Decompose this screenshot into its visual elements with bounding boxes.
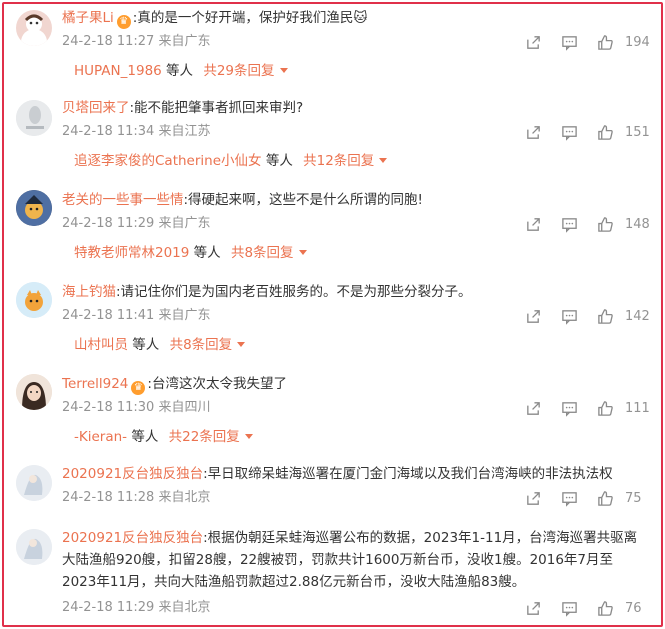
comment-username[interactable]: 2020921反台独反独台 bbox=[62, 530, 203, 546]
comment-icon[interactable] bbox=[551, 306, 587, 326]
reply-username[interactable]: HUPAN_1986 bbox=[74, 63, 162, 79]
reply-summary[interactable]: 追逐李家俊的Catherine小仙女 等人 共12条回复 bbox=[74, 151, 388, 171]
comment-actions: 148 bbox=[515, 214, 651, 234]
comment-meta: 24-2-18 11:41 来自广东 bbox=[62, 308, 211, 323]
comment-actions: 142 bbox=[515, 306, 651, 326]
vip-crown-icon: ♛ bbox=[116, 15, 131, 29]
share-icon[interactable] bbox=[515, 122, 551, 142]
like-count: 151 bbox=[625, 124, 650, 140]
comment-icon[interactable] bbox=[551, 488, 587, 508]
comment-text: :早日取缔呆蛙海巡署在厦门金门海域以及我们台湾海峡的非法执法权 bbox=[203, 466, 613, 482]
comment-text-line: 海上钓猫:请记住你们是为国内老百姓服务的。不是为那些分裂分子。 bbox=[62, 281, 651, 303]
like-count: 111 bbox=[625, 400, 650, 416]
comment-text-line: Terrell924 ♛:台湾这次太令我失望了 bbox=[62, 373, 651, 395]
comment-text-line: 老关的一些事一些情:得硬起来啊，这些不是什么所谓的同胞! bbox=[62, 189, 651, 211]
comment-meta: 24-2-18 11:28 来自北京 bbox=[62, 490, 211, 505]
comment-text: :台湾这次太令我失望了 bbox=[147, 376, 287, 392]
like-count: 148 bbox=[625, 216, 650, 232]
reply-mid-text: 等人 bbox=[166, 63, 194, 79]
avatar[interactable] bbox=[16, 10, 52, 46]
thumbs-up-icon[interactable] bbox=[587, 398, 623, 418]
comment-text: :请记住你们是为国内老百姓服务的。不是为那些分裂分子。 bbox=[116, 284, 472, 300]
like-count: 142 bbox=[625, 308, 650, 324]
comment-actions: 75 bbox=[515, 488, 651, 508]
comment-icon[interactable] bbox=[551, 214, 587, 234]
share-icon[interactable] bbox=[515, 306, 551, 326]
avatar[interactable] bbox=[16, 100, 52, 136]
chevron-down-icon[interactable] bbox=[298, 250, 307, 255]
comment-text: :能不能把肇事者抓回来审判? bbox=[129, 100, 304, 116]
reply-count-link[interactable]: 共12条回复 bbox=[303, 153, 374, 169]
comment-text: :得硬起来啊，这些不是什么所谓的同胞! bbox=[183, 192, 423, 208]
like-count: 75 bbox=[625, 490, 642, 506]
comment-actions: 76 bbox=[515, 598, 651, 618]
comment-username[interactable]: 贝塔回来了 bbox=[62, 100, 130, 116]
thumbs-up-icon[interactable] bbox=[587, 214, 623, 234]
reply-username[interactable]: -Kieran- bbox=[74, 429, 127, 445]
reply-summary[interactable]: 山村叫员 等人 共8条回复 bbox=[74, 335, 246, 355]
thumbs-up-icon[interactable] bbox=[587, 32, 623, 52]
reply-count-link[interactable]: 共8条回复 bbox=[170, 337, 233, 353]
thumbs-up-icon[interactable] bbox=[587, 488, 623, 508]
comment-meta: 24-2-18 11:29 来自北京 bbox=[62, 600, 211, 615]
comment-icon[interactable] bbox=[551, 398, 587, 418]
comment-actions: 111 bbox=[515, 398, 651, 418]
reply-mid-text: 等人 bbox=[132, 337, 160, 353]
thumbs-up-icon[interactable] bbox=[587, 122, 623, 142]
comment-meta: 24-2-18 11:34 来自江苏 bbox=[62, 124, 211, 139]
reply-count-link[interactable]: 共8条回复 bbox=[231, 245, 294, 261]
share-icon[interactable] bbox=[515, 398, 551, 418]
reply-username[interactable]: 特教老师常林2019 bbox=[74, 245, 189, 261]
avatar[interactable] bbox=[16, 190, 52, 226]
reply-username[interactable]: 山村叫员 bbox=[74, 337, 128, 353]
reply-count-link[interactable]: 共22条回复 bbox=[169, 429, 240, 445]
comment-text-line: 贝塔回来了:能不能把肇事者抓回来审判? bbox=[62, 97, 651, 119]
share-icon[interactable] bbox=[515, 488, 551, 508]
avatar[interactable] bbox=[16, 529, 52, 565]
reply-username[interactable]: 追逐李家俊的Catherine小仙女 bbox=[74, 153, 262, 169]
reply-mid-text: 等人 bbox=[265, 153, 293, 169]
comment-username[interactable]: 2020921反台独反独台 bbox=[62, 466, 203, 482]
comment-meta: 24-2-18 11:30 来自四川 bbox=[62, 400, 211, 415]
reply-mid-text: 等人 bbox=[193, 245, 221, 261]
comment-username[interactable]: Terrell924 bbox=[62, 376, 128, 392]
reply-summary[interactable]: 特教老师常林2019 等人 共8条回复 bbox=[74, 243, 307, 263]
avatar[interactable] bbox=[16, 465, 52, 501]
comment-username[interactable]: 海上钓猫 bbox=[62, 284, 116, 300]
avatar[interactable] bbox=[16, 282, 52, 318]
reply-count-link[interactable]: 共29条回复 bbox=[203, 63, 274, 79]
avatar[interactable] bbox=[16, 374, 52, 410]
chevron-down-icon[interactable] bbox=[379, 158, 388, 163]
share-icon[interactable] bbox=[515, 598, 551, 618]
comment-meta: 24-2-18 11:29 来自广东 bbox=[62, 216, 211, 231]
chevron-down-icon[interactable] bbox=[237, 342, 246, 347]
reply-summary[interactable]: HUPAN_1986 等人 共29条回复 bbox=[74, 61, 288, 81]
comment-text-block: 2020921反台独反独台:根据伪朝廷呆蛙海巡署公布的数据，2023年1-11月… bbox=[62, 527, 647, 593]
comment-icon[interactable] bbox=[551, 122, 587, 142]
comment-actions: 194 bbox=[515, 32, 651, 52]
vip-crown-icon: ♛ bbox=[131, 381, 146, 395]
comment-username[interactable]: 老关的一些事一些情 bbox=[62, 192, 184, 208]
comment-text-line: 橘子果Li ♛:真的是一个好开端，保护好我们渔民🐱 bbox=[62, 7, 651, 29]
cat-emoji-icon: 🐱 bbox=[353, 10, 368, 26]
reply-summary[interactable]: -Kieran- 等人 共22条回复 bbox=[74, 427, 253, 447]
thumbs-up-icon[interactable] bbox=[587, 306, 623, 326]
comment-icon[interactable] bbox=[551, 32, 587, 52]
reply-mid-text: 等人 bbox=[131, 429, 159, 445]
comment-icon[interactable] bbox=[551, 598, 587, 618]
share-icon[interactable] bbox=[515, 32, 551, 52]
comment-text-line: 2020921反台独反独台:早日取缔呆蛙海巡署在厦门金门海域以及我们台湾海峡的非… bbox=[62, 463, 651, 485]
share-icon[interactable] bbox=[515, 214, 551, 234]
comment-text: :真的是一个好开端，保护好我们渔民 bbox=[132, 10, 354, 26]
comment-actions: 151 bbox=[515, 122, 651, 142]
comment-meta: 24-2-18 11:27 来自广东 bbox=[62, 34, 211, 49]
comment-username[interactable]: 橘子果Li bbox=[62, 10, 114, 26]
like-count: 194 bbox=[625, 34, 650, 50]
thumbs-up-icon[interactable] bbox=[587, 598, 623, 618]
chevron-down-icon[interactable] bbox=[279, 68, 288, 73]
like-count: 76 bbox=[625, 600, 642, 616]
chevron-down-icon[interactable] bbox=[244, 434, 253, 439]
